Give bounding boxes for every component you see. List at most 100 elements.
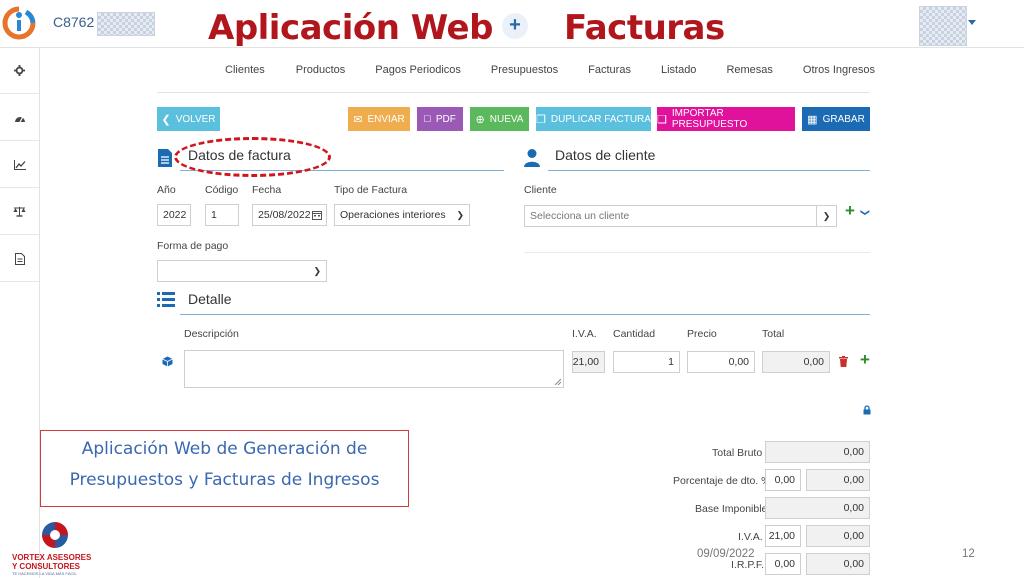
caption-line-2: Presupuestos y Facturas de Ingresos: [69, 470, 380, 490]
user-menu-caret-icon[interactable]: [968, 20, 976, 25]
irpf-pct-field[interactable]: 0,00: [765, 553, 801, 575]
tab-clientes[interactable]: Clientes: [225, 64, 265, 80]
cube-icon[interactable]: [162, 356, 173, 367]
back-arrow-icon: ❮: [161, 113, 171, 126]
total-bruto-label: Total Bruto: [712, 447, 763, 459]
iva-total-label: I.V.A.: [738, 531, 763, 543]
tab-otros-ingresos[interactable]: Otros Ingresos: [803, 64, 875, 80]
add-cliente-plus-icon[interactable]: +: [845, 201, 855, 221]
datos-cliente-underline: [548, 170, 870, 171]
chevron-down-icon[interactable]: ❯: [816, 206, 836, 226]
tab-facturas[interactable]: Facturas: [588, 64, 631, 80]
importar-presupuesto-button[interactable]: ❏ IMPORTAR PRESUPUESTO: [657, 107, 795, 131]
col-descripcion: Descripción: [184, 328, 239, 340]
page-number: 12: [962, 548, 975, 560]
balance-icon: [13, 207, 26, 217]
invoice-document-icon: [158, 149, 172, 167]
caption-box: Aplicación Web de Generación de Presupue…: [40, 430, 409, 507]
calendar-icon[interactable]: [312, 210, 322, 220]
chevron-down-icon: ❯: [313, 266, 321, 276]
tab-pagos-periodicos[interactable]: Pagos Periodicos: [375, 64, 461, 80]
tipo-factura-label: Tipo de Factura: [334, 184, 408, 196]
descripcion-textarea[interactable]: [184, 350, 564, 388]
total-bruto-field: 0,00: [765, 441, 870, 463]
iva-field: 21,00: [572, 351, 605, 373]
sidebar-item-dashboard[interactable]: [0, 95, 39, 141]
volver-button[interactable]: ❮ VOLVER: [157, 107, 220, 131]
cantidad-field[interactable]: 1: [613, 351, 680, 373]
forma-pago-label: Forma de pago: [157, 240, 229, 252]
tab-remesas[interactable]: Remesas: [726, 64, 772, 80]
import-icon: ❏: [657, 113, 667, 126]
tab-listado[interactable]: Listado: [661, 64, 696, 80]
col-total: Total: [762, 328, 785, 340]
vortex-logo-icon: [42, 522, 68, 548]
sidebar-item-charts[interactable]: [0, 142, 39, 188]
enviar-button[interactable]: ✉ ENVIAR: [348, 107, 410, 131]
iva-value-field: 0,00: [806, 525, 870, 547]
expand-chevron-icon[interactable]: ❯: [859, 209, 870, 217]
detalle-underline: [180, 314, 870, 315]
base-imponible-field: 0,00: [765, 497, 870, 519]
duplicar-factura-button[interactable]: ❐ DUPLICAR FACTURA: [536, 107, 651, 131]
total-field: 0,00: [762, 351, 830, 373]
tipo-factura-value: Operaciones interiores: [340, 209, 446, 221]
app-logo-icon[interactable]: [2, 6, 36, 40]
col-iva: I.V.A.: [572, 328, 597, 340]
fecha-label: Fecha: [252, 184, 282, 196]
datos-cliente-title: Datos de cliente: [555, 147, 656, 163]
brand-name: VORTEX ASESORES Y CONSULTORES: [12, 553, 92, 571]
iva-pct-field[interactable]: 21,00: [765, 525, 801, 547]
ano-label: Año: [157, 184, 176, 196]
copy-icon: ❐: [536, 113, 546, 126]
document-icon: [14, 252, 25, 265]
sidebar-item-balance[interactable]: [0, 189, 39, 235]
footer-date: 09/09/2022: [697, 548, 755, 560]
codigo-label: Código: [205, 184, 239, 196]
pdf-button[interactable]: □ PDF: [417, 107, 463, 131]
cliente-divider: [524, 252, 870, 253]
title-aplicacion-web: Aplicación Web: [208, 8, 493, 48]
sidebar-item-settings[interactable]: [0, 48, 39, 94]
tab-productos[interactable]: Productos: [296, 64, 346, 80]
ano-field[interactable]: 2022: [157, 204, 191, 226]
fecha-field[interactable]: 25/08/2022: [252, 204, 327, 226]
trash-icon[interactable]: [839, 356, 848, 367]
plus-icon: +: [502, 13, 528, 39]
chart-icon: [13, 159, 26, 170]
main-nav: Clientes Productos Pagos Periodicos Pres…: [225, 64, 875, 80]
plus-circle-icon: ⊕: [475, 113, 485, 126]
grabar-button[interactable]: ▦ GRABAR: [802, 107, 870, 131]
resize-handle-icon[interactable]: [554, 378, 561, 385]
nueva-button[interactable]: ⊕ NUEVA: [470, 107, 529, 131]
dto-pct-field[interactable]: 0,00: [765, 469, 801, 491]
dashboard-icon: [14, 116, 25, 122]
chevron-down-icon: ❯: [456, 210, 464, 220]
sidebar-item-documents[interactable]: [0, 236, 39, 282]
dto-label: Porcentaje de dto. %: [673, 475, 771, 487]
precio-field[interactable]: 0,00: [687, 351, 755, 373]
col-cantidad: Cantidad: [613, 328, 656, 340]
sidebar: [0, 48, 40, 578]
caption-line-1: Aplicación Web de Generación de: [81, 439, 368, 459]
save-icon: ▦: [807, 113, 818, 126]
base-imponible-label: Base Imponible: [695, 503, 768, 515]
detalle-title: Detalle: [188, 291, 232, 307]
lock-icon[interactable]: [863, 405, 871, 415]
add-line-plus-icon[interactable]: +: [860, 350, 870, 370]
envelope-icon: ✉: [353, 113, 363, 126]
tab-presupuestos[interactable]: Presupuestos: [491, 64, 558, 80]
cliente-select[interactable]: Selecciona un cliente ❯: [524, 205, 837, 227]
col-precio: Precio: [687, 328, 717, 340]
irpf-label: I.R.P.F.: [731, 559, 765, 571]
forma-pago-select[interactable]: ❯: [157, 260, 327, 282]
list-icon: [157, 292, 175, 307]
file-icon: □: [424, 113, 431, 125]
brand-tagline: TE HACEMOS LA VIDA MÁS FÁCIL: [12, 571, 77, 576]
cliente-label: Cliente: [524, 184, 557, 196]
company-code: C8762 -: [53, 14, 103, 30]
user-avatar-redacted[interactable]: [919, 6, 967, 46]
tipo-factura-select[interactable]: Operaciones interiores ❯: [334, 204, 470, 226]
codigo-field[interactable]: 1: [205, 204, 239, 226]
top-bar: C8762 - Aplicación Web + Facturas: [0, 0, 1024, 48]
